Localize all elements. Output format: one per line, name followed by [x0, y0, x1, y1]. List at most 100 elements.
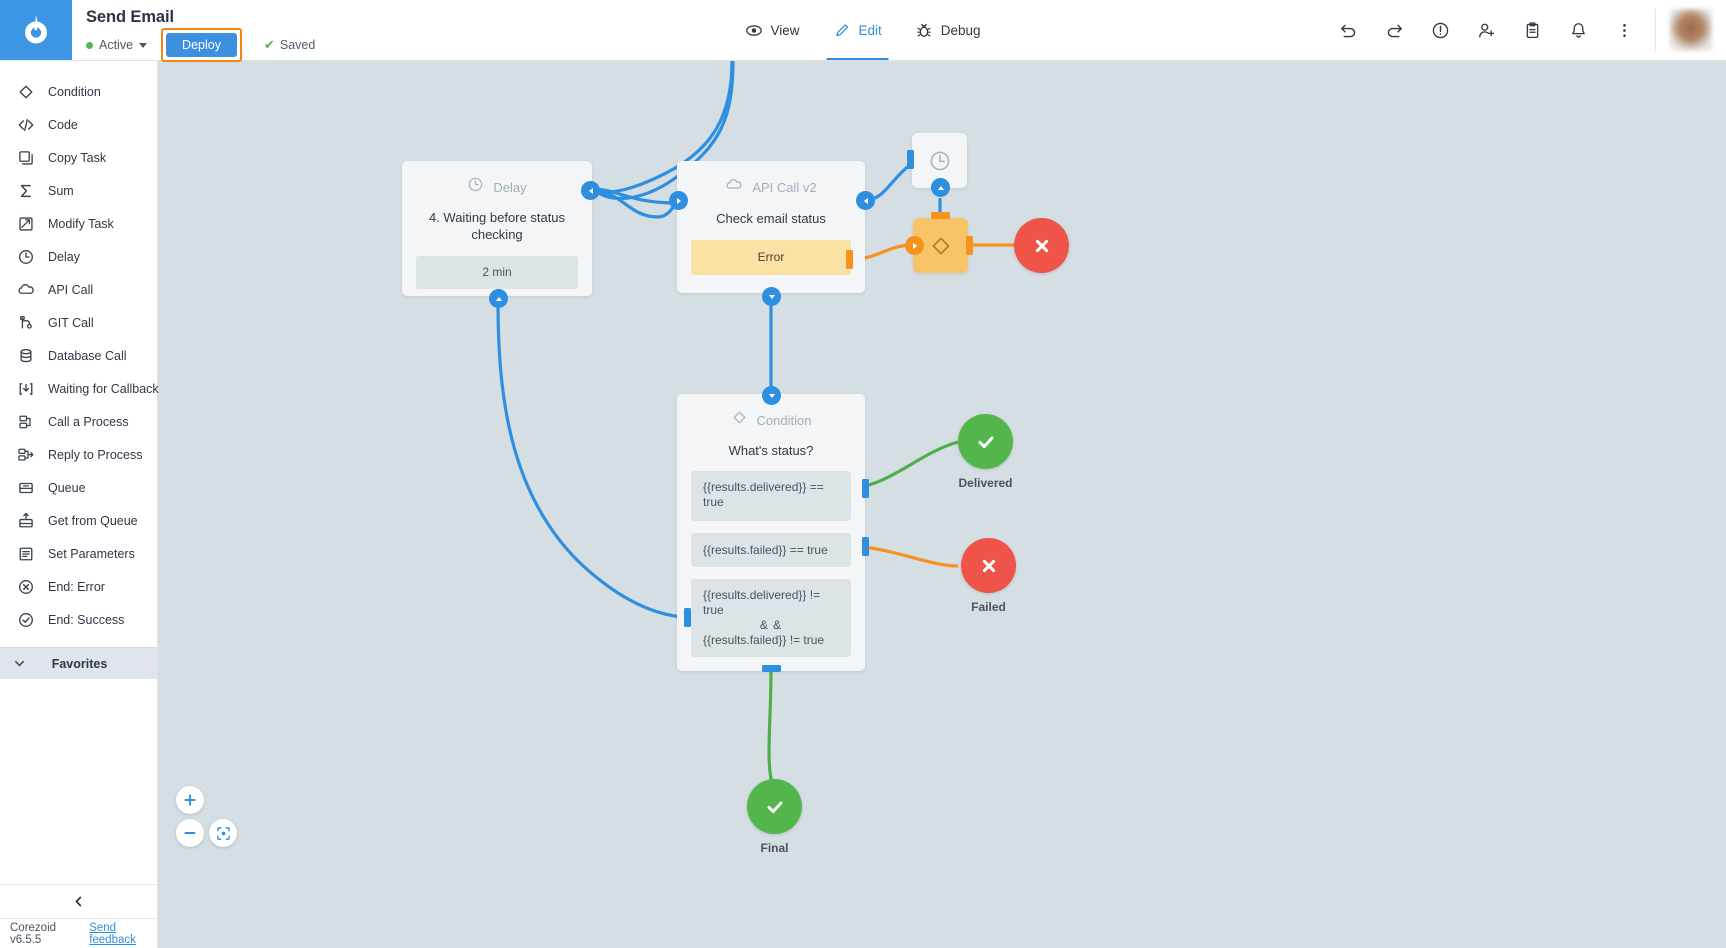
chevron-down-icon — [139, 42, 148, 48]
node-condition-branch-3-operator: & & — [759, 618, 783, 632]
end-node-error-escalation[interactable] — [1014, 218, 1069, 273]
node-delay-value[interactable]: 2 min — [416, 256, 578, 289]
check-icon: ✔ — [263, 37, 275, 52]
send-feedback-link[interactable]: Send feedback — [89, 922, 157, 946]
get-queue-icon — [16, 511, 36, 531]
sidebar-item-queue[interactable]: Queue — [0, 471, 157, 504]
zoom-in-button[interactable] — [176, 786, 204, 814]
node-condition-branch-1[interactable]: {{results.delivered}} == true — [691, 471, 851, 521]
corezoid-logo-icon — [25, 15, 47, 44]
cloud-icon — [16, 280, 36, 300]
add-user-icon[interactable] — [1469, 13, 1503, 47]
sidebar-item-set-parameters[interactable]: Set Parameters — [0, 537, 157, 570]
sidebar-item-code[interactable]: Code — [0, 108, 157, 141]
fit-to-screen-button[interactable] — [209, 819, 237, 847]
info-icon[interactable] — [1423, 13, 1457, 47]
end-node-failed-label: Failed — [971, 600, 1006, 614]
diamond-icon — [16, 82, 36, 102]
process-title-block: Send Email Active Deploy ✔ Saved — [72, 0, 316, 62]
node-escalation-timer-output-port[interactable] — [931, 178, 950, 197]
tab-debug[interactable]: Debug — [899, 0, 998, 60]
sidebar-item-reply-to-process[interactable]: Reply to Process — [0, 438, 157, 471]
deploy-button[interactable]: Deploy — [166, 33, 237, 57]
call-process-icon — [16, 412, 36, 432]
sidebar-item-end-error[interactable]: End: Error — [0, 570, 157, 603]
node-escalation-timer-input-port[interactable] — [907, 150, 914, 169]
end-node-failed[interactable]: Failed — [961, 538, 1016, 614]
sidebar-item-copy-task[interactable]: Copy Task — [0, 141, 157, 174]
node-condition-branch-2[interactable]: {{results.failed}} == true — [691, 533, 851, 567]
sidebar-item-git-call[interactable]: GIT Call — [0, 306, 157, 339]
cloud-icon — [725, 176, 743, 199]
corezoid-logo[interactable] — [0, 0, 72, 60]
clipboard-icon[interactable] — [1515, 13, 1549, 47]
end-node-error-escalation-circle[interactable] — [1014, 218, 1069, 273]
diamond-icon — [932, 237, 949, 254]
sidebar-item-database-call[interactable]: Database Call — [0, 339, 157, 372]
node-api-call-error-branch[interactable]: Error — [691, 240, 851, 275]
sidebar-item-get-from-queue[interactable]: Get from Queue — [0, 504, 157, 537]
zoom-out-button[interactable] — [176, 819, 204, 847]
end-node-delivered-circle[interactable] — [958, 414, 1013, 469]
minus-icon — [184, 832, 196, 834]
tab-edit[interactable]: Edit — [816, 0, 898, 60]
copy-icon — [16, 148, 36, 168]
end-node-failed-circle[interactable] — [961, 538, 1016, 593]
node-error-gateway-input-port-left[interactable] — [905, 236, 924, 255]
sidebar-item-api-call[interactable]: API Call — [0, 273, 157, 306]
sidebar-item-label: Set Parameters — [48, 546, 135, 561]
redo-icon[interactable] — [1377, 13, 1411, 47]
end-node-delivered[interactable]: Delivered — [958, 414, 1013, 490]
sidebar-item-delay[interactable]: Delay — [0, 240, 157, 273]
sidebar-item-label: Reply to Process — [48, 447, 143, 462]
parameters-icon — [16, 544, 36, 564]
node-api-call-output-port-right[interactable] — [856, 191, 875, 210]
node-condition-branch-2-port[interactable] — [862, 537, 869, 556]
sidebar-item-sum[interactable]: Sum — [0, 174, 157, 207]
node-condition-output-port-bottom[interactable] — [762, 665, 781, 672]
node-api-call-error-port[interactable] — [846, 250, 853, 269]
node-error-gateway-input-port-top[interactable] — [931, 212, 950, 219]
node-api-call-output-port-bottom[interactable] — [762, 287, 781, 306]
node-condition-type: Condition — [756, 412, 812, 428]
more-vertical-icon[interactable] — [1607, 13, 1641, 47]
favorites-section-header[interactable]: Favorites — [0, 647, 157, 679]
sidebar-item-label: Queue — [48, 480, 86, 495]
end-node-final[interactable]: Final — [747, 779, 802, 855]
node-condition-branch-3-line1: {{results.delivered}} != true — [703, 588, 821, 617]
undo-icon[interactable] — [1331, 13, 1365, 47]
node-condition-input-port-top[interactable] — [762, 386, 781, 405]
saved-label: Saved — [279, 38, 316, 52]
sidebar-item-call-a-process[interactable]: Call a Process — [0, 405, 157, 438]
mode-tabs: View Edit Debug — [728, 0, 997, 60]
sidebar-item-label: Modify Task — [48, 216, 114, 231]
tab-view[interactable]: View — [728, 0, 816, 60]
sidebar-item-waiting-for-callback[interactable]: Waiting for Callback — [0, 372, 159, 405]
node-delay-output-port-right[interactable] — [581, 181, 600, 200]
chevron-down-icon — [8, 657, 30, 670]
reply-process-icon — [16, 445, 36, 465]
sidebar-item-modify-task[interactable]: Modify Task — [0, 207, 157, 240]
node-condition[interactable]: Condition What's status? {{results.deliv… — [677, 394, 865, 671]
node-condition-branch-3-port[interactable] — [684, 608, 691, 627]
process-status-dropdown[interactable]: Active — [86, 38, 148, 52]
status-dot-icon — [86, 41, 93, 49]
process-canvas[interactable]: Delay 4. Waiting before status checking … — [158, 61, 1726, 948]
node-condition-branch-1-port[interactable] — [862, 479, 869, 498]
sidebar-collapse-button[interactable] — [0, 884, 157, 918]
node-delay[interactable]: Delay 4. Waiting before status checking … — [402, 161, 592, 296]
cross-icon — [982, 559, 995, 572]
node-api-call-input-port-left[interactable] — [669, 191, 688, 210]
bell-icon[interactable] — [1561, 13, 1595, 47]
node-error-gateway-output-port-right[interactable] — [966, 236, 973, 255]
sidebar-item-label: Code — [48, 117, 78, 132]
end-node-final-circle[interactable] — [747, 779, 802, 834]
node-condition-branch-3[interactable]: {{results.delivered}} != true & & {{resu… — [691, 579, 851, 657]
node-delay-output-port-bottom[interactable] — [489, 289, 508, 308]
sidebar-item-condition[interactable]: Condition — [0, 75, 157, 108]
node-api-call[interactable]: API Call v2 Check email status Error — [677, 161, 865, 293]
end-error-icon — [16, 577, 36, 597]
sidebar-item-end-success[interactable]: End: Success — [0, 603, 157, 636]
avatar[interactable] — [1670, 9, 1712, 51]
